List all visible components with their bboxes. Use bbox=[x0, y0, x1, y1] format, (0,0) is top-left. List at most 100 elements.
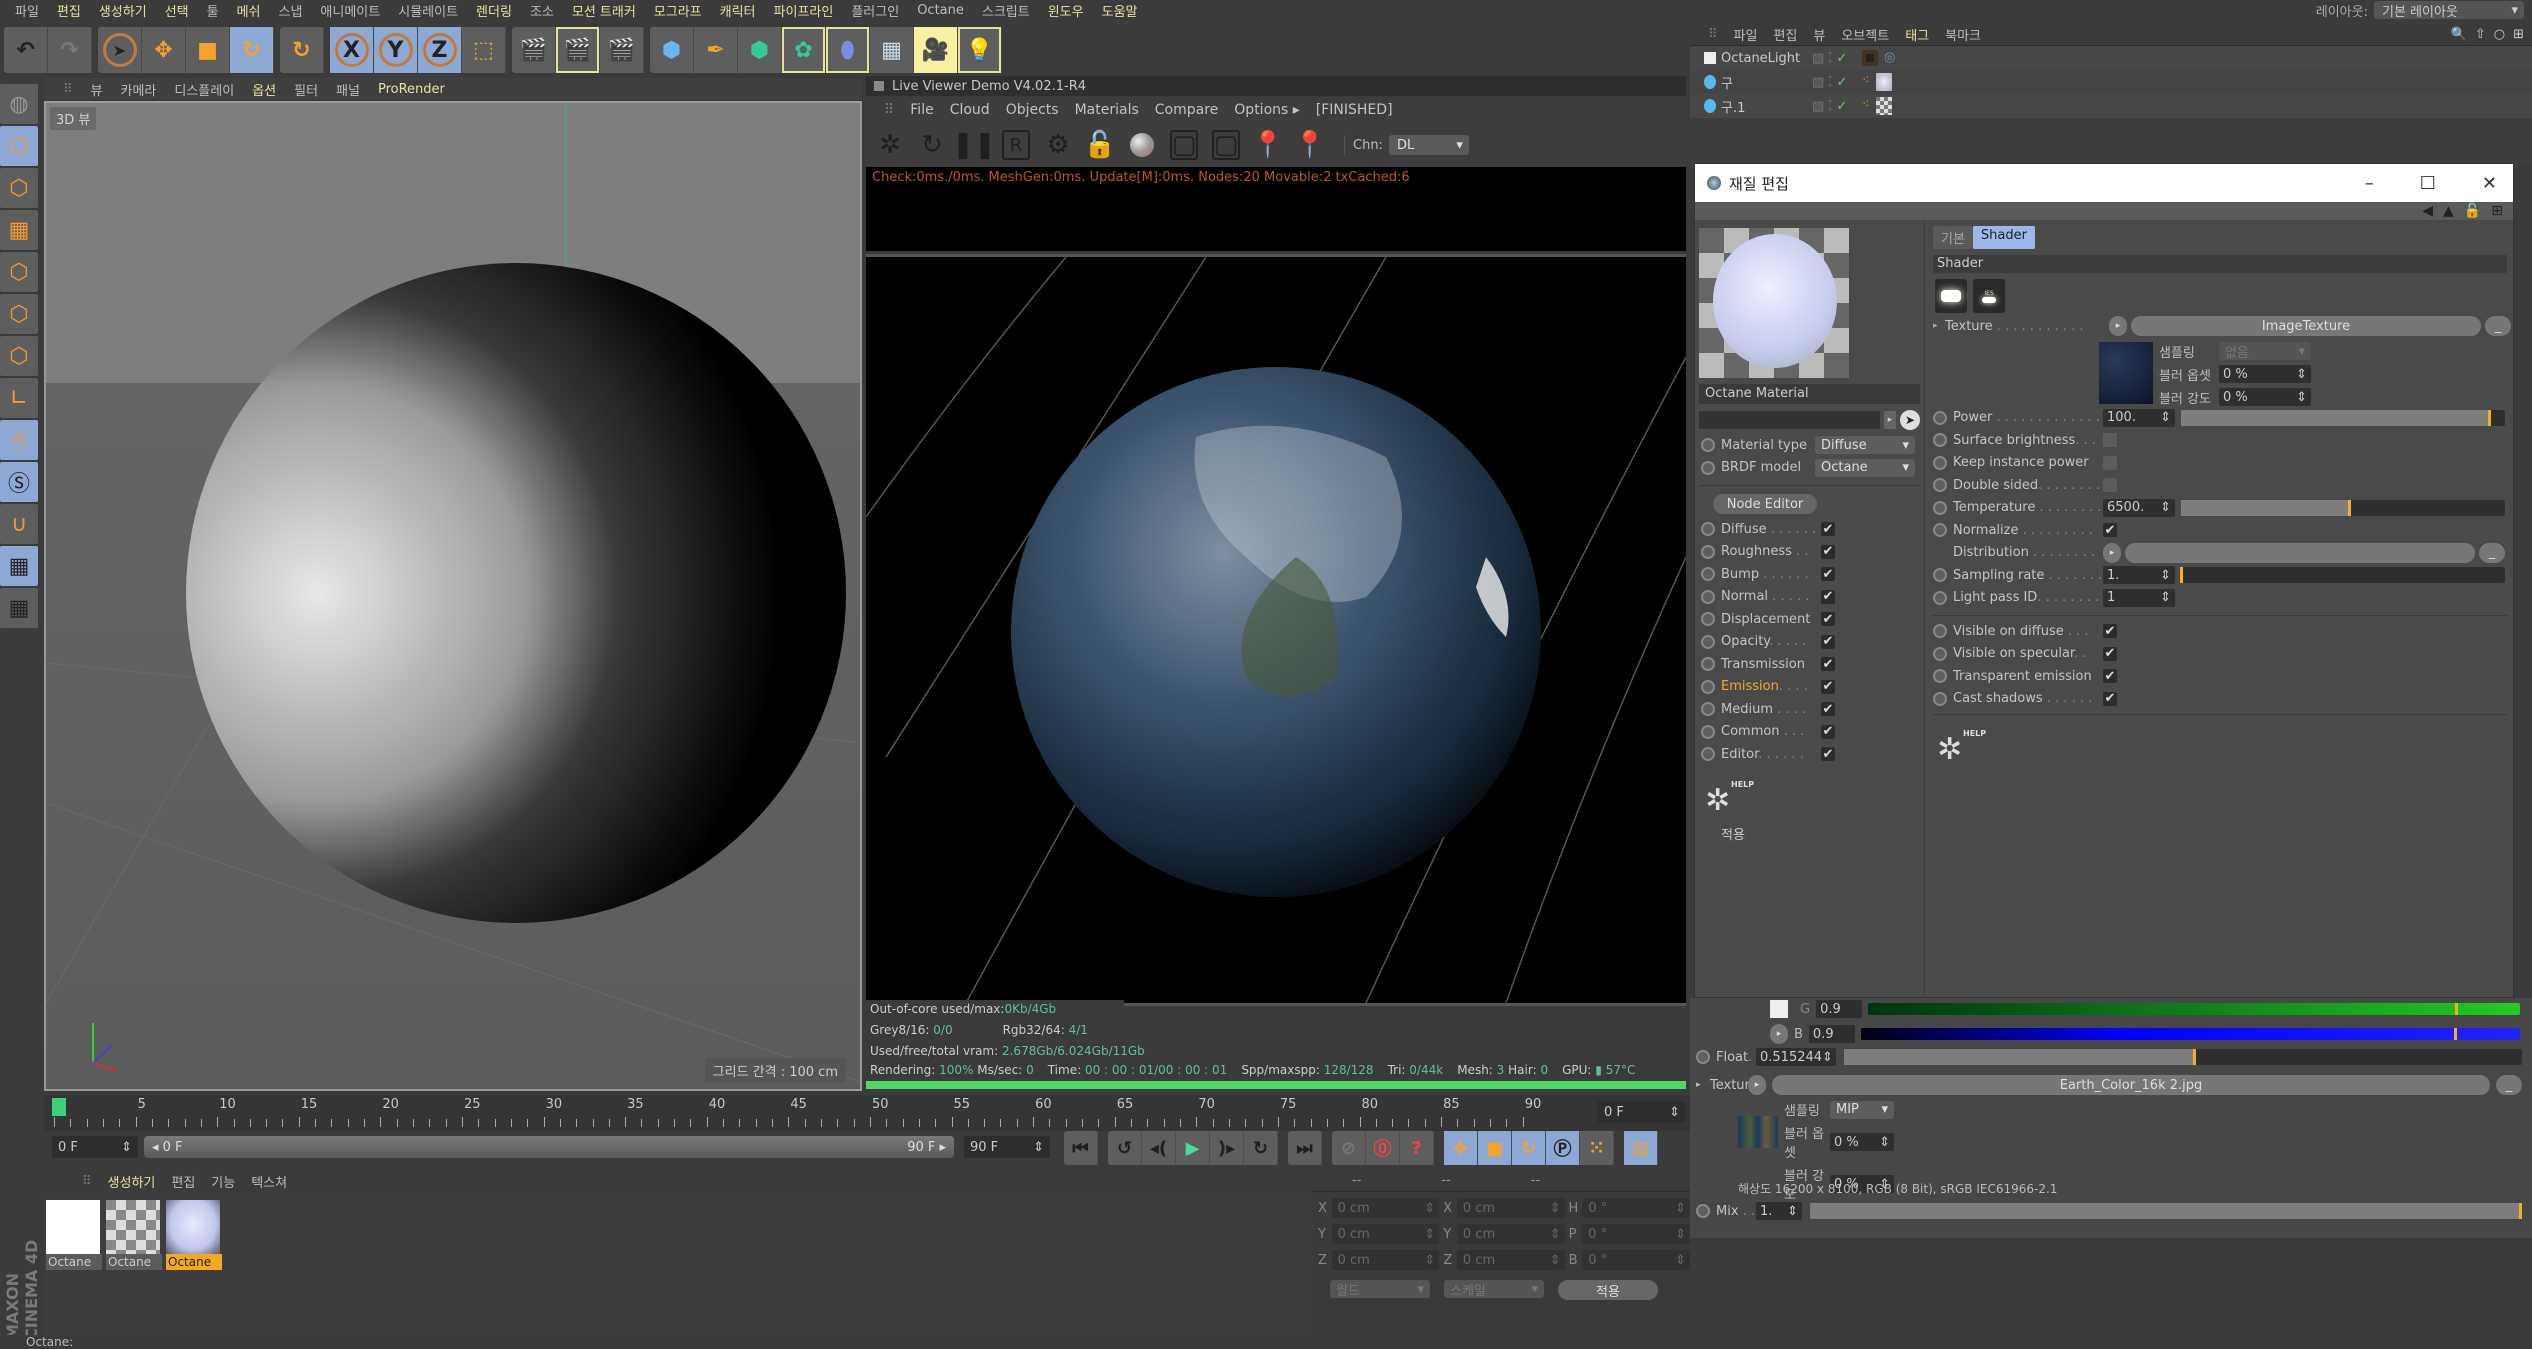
mix-field[interactable]: 1. ⇕ bbox=[1756, 1202, 1802, 1221]
compare-b-icon[interactable]: ▢ bbox=[1212, 130, 1240, 160]
next-frame-icon[interactable]: )▸ bbox=[1210, 1131, 1244, 1165]
animate-radio[interactable] bbox=[1933, 410, 1947, 425]
snap-icon[interactable]: ∪ bbox=[0, 504, 38, 544]
coordinate-field[interactable]: 0 cm ⇕ bbox=[1456, 1198, 1565, 1218]
menu-item-3[interactable]: 선택 bbox=[156, 1, 198, 20]
power-slider[interactable] bbox=[2181, 409, 2505, 426]
previous-key-icon[interactable]: ↺ bbox=[1108, 1131, 1142, 1165]
planar-workplane-icon[interactable]: ▦ bbox=[0, 588, 38, 628]
object-row[interactable]: 구.1 ▨ ⁚ ✓ ⁖ bbox=[1690, 94, 2532, 118]
tab-0[interactable]: 기본 bbox=[1933, 226, 1973, 249]
settings-gear-icon[interactable]: ⚙ bbox=[1044, 130, 1072, 160]
menu-item-15[interactable]: 플러그인 bbox=[842, 1, 908, 20]
surface-brightness-checkbox[interactable] bbox=[2103, 433, 2117, 448]
viewport-menu-item-5[interactable]: 패널 bbox=[327, 80, 369, 99]
animate-radio[interactable] bbox=[1933, 433, 1947, 448]
object-menu-item-4[interactable]: 태그 bbox=[1897, 25, 1937, 44]
current-frame-field[interactable]: 0 F ⇕ bbox=[1598, 1101, 1686, 1123]
render-picture-viewer-icon[interactable]: 🎬 bbox=[556, 27, 600, 73]
animate-radio[interactable] bbox=[1701, 460, 1715, 475]
back-arrow-icon[interactable]: ◀ bbox=[2422, 203, 2433, 219]
live-select-icon[interactable]: ➤ bbox=[98, 27, 142, 73]
coordinate-field[interactable]: 0 cm ⇕ bbox=[1331, 1250, 1440, 1270]
material-name-field[interactable]: Octane Material bbox=[1699, 384, 1920, 404]
animate-radio[interactable] bbox=[1933, 669, 1947, 684]
material-tag-icon[interactable] bbox=[1875, 97, 1892, 115]
visible-on-specular-checkbox[interactable]: ✔ bbox=[2103, 646, 2117, 661]
coordinate-field[interactable]: 0 ° ⇕ bbox=[1582, 1198, 1690, 1218]
restart-icon[interactable]: ↻ bbox=[918, 130, 946, 160]
animate-radio[interactable] bbox=[1701, 679, 1715, 694]
grip-handle-icon[interactable]: ⠿ bbox=[876, 102, 902, 118]
solo-icon[interactable]: Ⓢ bbox=[0, 462, 38, 502]
coordinate-field[interactable]: 0 ° ⇕ bbox=[1582, 1250, 1690, 1270]
subdivision-icon[interactable]: ⬢ bbox=[738, 27, 782, 73]
next-key-icon[interactable]: ↻ bbox=[1244, 1131, 1278, 1165]
channel-label[interactable]: Diffuse . . . . . . bbox=[1721, 522, 1821, 537]
key-position-icon[interactable]: ✥ bbox=[1444, 1131, 1478, 1165]
sphere-object[interactable] bbox=[186, 263, 846, 923]
x-axis-lock-icon[interactable]: X bbox=[330, 27, 374, 73]
animate-radio[interactable] bbox=[1933, 523, 1947, 538]
redo-icon[interactable]: ↷ bbox=[48, 27, 92, 73]
start-frame-field[interactable]: 0 F ⇕ bbox=[52, 1136, 138, 1158]
power-field[interactable]: 100. ⇕ bbox=[2103, 408, 2175, 427]
pick-cursor-icon[interactable]: ➤ bbox=[1900, 410, 1920, 430]
visibility-dots-icon[interactable]: ⁚ bbox=[1828, 75, 1832, 90]
apply-button[interactable]: 적용 bbox=[1558, 1280, 1658, 1300]
coordinate-mode-dropdown[interactable]: 월드 ▾ bbox=[1330, 1280, 1430, 1299]
size-mode-dropdown[interactable]: 스케일 ▾ bbox=[1444, 1280, 1544, 1299]
viewport-menu-item-2[interactable]: 디스플레이 bbox=[165, 80, 243, 99]
arrow-right-icon[interactable]: ▸ bbox=[1884, 411, 1896, 429]
region-render-icon[interactable]: R bbox=[1002, 130, 1030, 160]
deformer-icon[interactable]: ⬮ bbox=[826, 27, 870, 73]
tab-1[interactable]: Shader bbox=[1972, 226, 2035, 249]
octane-start-icon[interactable]: ✲ bbox=[876, 130, 904, 160]
maximize-icon[interactable]: ☐ bbox=[2420, 173, 2436, 194]
expand-triangle-icon[interactable]: ▸ bbox=[1696, 1080, 1710, 1090]
distribution-button[interactable] bbox=[2125, 542, 2475, 563]
b-slider-marker[interactable] bbox=[2454, 1028, 2458, 1040]
focus-pin-icon[interactable]: 📍 bbox=[1252, 130, 1284, 160]
light-pass-id-field[interactable]: 1 ⇕ bbox=[2103, 588, 2175, 607]
channel-label[interactable]: Opacity. . . . . bbox=[1721, 634, 1821, 649]
blur-offset-field[interactable]: 0 % ⇕ bbox=[2219, 365, 2311, 383]
normalize-checkbox[interactable]: ✔ bbox=[2103, 523, 2117, 538]
texture-options-button[interactable]: _ bbox=[2485, 316, 2511, 337]
menu-item-0[interactable]: 파일 bbox=[6, 1, 48, 20]
channel-checkbox[interactable]: ✔ bbox=[1821, 702, 1835, 717]
object-row[interactable]: 구 ▨ ⁚ ✓ ⁖ bbox=[1690, 70, 2532, 94]
frame-range-slider[interactable]: ◂ 0 F 90 F ▸ bbox=[144, 1136, 954, 1158]
channel-label[interactable]: Emission. . . . bbox=[1721, 679, 1821, 694]
go-to-start-icon[interactable]: ⏮ bbox=[1064, 1131, 1098, 1165]
material-menu-item-1[interactable]: 편집 bbox=[163, 1172, 203, 1191]
power-slider-marker[interactable] bbox=[2487, 409, 2491, 426]
layout-dropdown[interactable]: 기본 레이아웃 ▾ bbox=[2374, 1, 2524, 20]
menu-item-4[interactable]: 툴 bbox=[198, 1, 228, 20]
axis-mode-icon[interactable]: ∟ bbox=[0, 378, 38, 418]
live-viewer-menu-item[interactable]: Options ▸ bbox=[1226, 102, 1308, 118]
cast-shadows-checkbox[interactable]: ✔ bbox=[2103, 691, 2117, 706]
material-menu-item-3[interactable]: 텍스쳐 bbox=[243, 1172, 295, 1191]
live-viewer-menu-item[interactable]: Cloud bbox=[942, 102, 998, 118]
z-axis-lock-icon[interactable]: Z bbox=[418, 27, 462, 73]
points-mode-icon[interactable]: ⬡ bbox=[0, 252, 38, 292]
octane-light-tag-icon[interactable] bbox=[1862, 50, 1878, 66]
sampling-rate-slider[interactable] bbox=[2180, 567, 2505, 584]
play-icon[interactable]: ▶ bbox=[1176, 1131, 1210, 1165]
animate-radio[interactable] bbox=[1701, 747, 1715, 762]
node-editor-button[interactable]: Node Editor bbox=[1713, 494, 1817, 514]
visible-on-diffuse-checkbox[interactable]: ✔ bbox=[2103, 624, 2117, 639]
channel-checkbox[interactable]: ✔ bbox=[1821, 589, 1835, 604]
mix-slider-marker[interactable] bbox=[2519, 1203, 2522, 1220]
3d-viewport[interactable]: 3D 뷰 그리드 간격 : 100 cm bbox=[44, 101, 862, 1091]
coordinate-system-icon[interactable]: ⬚ bbox=[462, 27, 506, 73]
key-parameter-icon[interactable]: Ⓟ bbox=[1546, 1131, 1580, 1165]
target-tag-icon[interactable]: ◎ bbox=[1884, 50, 1895, 66]
lock-workplane-icon[interactable]: ▦ bbox=[0, 546, 38, 586]
animate-radio[interactable] bbox=[1701, 702, 1715, 717]
float-field[interactable]: 0.515244 ⇕ bbox=[1756, 1048, 1836, 1067]
workplane-icon[interactable]: ◍ bbox=[0, 84, 38, 124]
y-axis-lock-icon[interactable]: Y bbox=[374, 27, 418, 73]
channel-label[interactable]: Transmission bbox=[1721, 657, 1821, 672]
